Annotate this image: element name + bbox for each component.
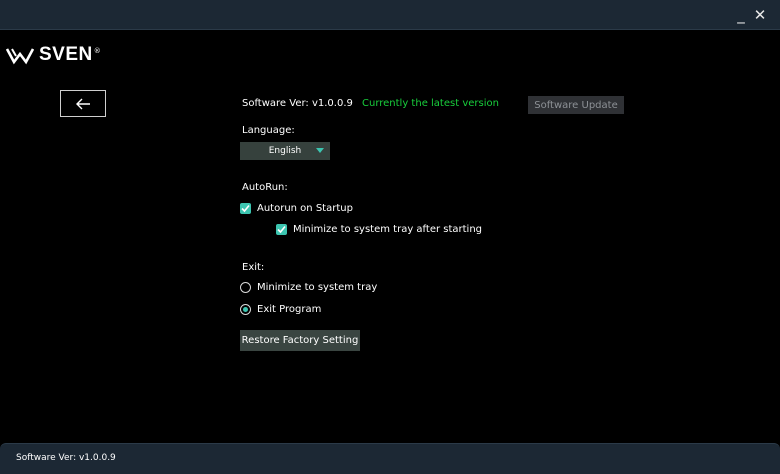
chevron-down-icon (316, 148, 324, 153)
exit-minimize-label[interactable]: Minimize to system tray (257, 282, 377, 294)
minimize-tray-after-start-checkbox[interactable] (276, 224, 287, 235)
close-icon: ✕ (753, 5, 767, 24)
autorun-label: AutoRun: (242, 182, 288, 193)
registered-mark: ® (93, 46, 101, 55)
language-label: Language: (242, 125, 295, 136)
title-bar: _ ✕ (0, 0, 780, 30)
exit-program-label[interactable]: Exit Program (257, 304, 321, 316)
version-status-text: Currently the latest version (362, 98, 499, 109)
language-select[interactable]: English (240, 142, 330, 160)
restore-factory-button[interactable]: Restore Factory Setting (240, 330, 360, 351)
minimize-icon: _ (737, 5, 745, 24)
minimize-button[interactable]: _ (731, 5, 751, 25)
software-update-button[interactable]: Software Update (528, 96, 624, 114)
close-button[interactable]: ✕ (750, 5, 770, 25)
checkmark-icon (277, 225, 286, 234)
minimize-tray-after-start-label[interactable]: Minimize to system tray after starting (293, 224, 482, 236)
arrow-left-icon (76, 98, 90, 109)
brand-logo: SVEN ® (6, 44, 101, 66)
exit-program-radio[interactable] (240, 304, 251, 315)
checkmark-icon (241, 204, 250, 213)
sven-wing-logo-icon (6, 48, 34, 65)
back-button[interactable] (60, 90, 106, 117)
software-update-label: Software Update (534, 99, 618, 111)
radio-selected-dot (243, 307, 248, 312)
brand-name: SVEN (39, 44, 93, 65)
software-version-label: Software Ver: v1.0.0.9 (242, 98, 353, 109)
status-bar: Software Ver: v1.0.0.9 (0, 443, 780, 474)
autorun-startup-checkbox[interactable] (240, 203, 251, 214)
autorun-startup-label[interactable]: Autorun on Startup (257, 203, 353, 215)
exit-minimize-radio[interactable] (240, 282, 251, 293)
restore-factory-label: Restore Factory Setting (241, 335, 359, 346)
exit-label: Exit: (242, 262, 265, 273)
status-bar-version: Software Ver: v1.0.0.9 (16, 453, 116, 463)
